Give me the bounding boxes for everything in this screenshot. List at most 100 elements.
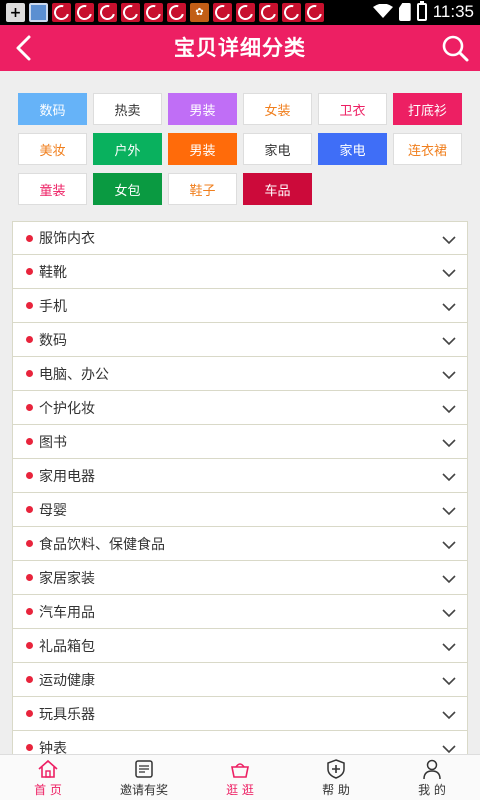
app-notification-icon bbox=[167, 3, 186, 22]
category-row[interactable]: 服饰内衣 bbox=[12, 221, 468, 255]
app-notification-icon bbox=[282, 3, 301, 22]
category-row[interactable]: 运动健康 bbox=[12, 663, 468, 697]
app-notification-icon bbox=[144, 3, 163, 22]
search-button[interactable] bbox=[440, 33, 470, 63]
tag-button[interactable]: 鞋子 bbox=[168, 173, 237, 205]
clock: 11:35 bbox=[432, 2, 474, 21]
tag-button[interactable]: 户外 bbox=[93, 133, 162, 165]
bullet-dot-icon bbox=[26, 506, 33, 513]
bullet-dot-icon bbox=[26, 234, 33, 242]
bullet-dot-icon bbox=[26, 540, 33, 547]
category-label: 礼品箱包 bbox=[39, 638, 95, 655]
category-row[interactable]: 家用电器 bbox=[12, 459, 468, 493]
tag-button[interactable]: 热卖 bbox=[93, 93, 162, 125]
status-bar: ✿ 11:35 bbox=[0, 0, 480, 25]
page-title: 宝贝详细分类 bbox=[174, 36, 306, 60]
app-notification-icon bbox=[305, 3, 324, 22]
user-icon bbox=[421, 758, 443, 780]
sim-icon bbox=[398, 3, 411, 21]
app-notification-icon bbox=[98, 3, 117, 22]
tag-button[interactable]: 男装 bbox=[168, 93, 237, 125]
tag-button[interactable]: 女装 bbox=[243, 93, 312, 125]
bullet-dot-icon bbox=[26, 404, 33, 411]
category-label: 母婴 bbox=[39, 502, 67, 519]
category-label: 汽车用品 bbox=[39, 604, 95, 621]
chevron-down-icon[interactable] bbox=[441, 639, 457, 655]
shopping-bag-icon bbox=[229, 758, 251, 780]
category-row[interactable]: 汽车用品 bbox=[12, 595, 468, 629]
chevron-down-icon[interactable] bbox=[441, 605, 457, 621]
category-row[interactable]: 玩具乐器 bbox=[12, 697, 468, 731]
category-label: 运动健康 bbox=[39, 672, 95, 689]
bullet-dot-icon bbox=[26, 744, 33, 751]
category-row[interactable]: 图书 bbox=[12, 425, 468, 459]
category-row[interactable]: 数码 bbox=[12, 323, 468, 357]
chevron-down-icon[interactable] bbox=[441, 503, 457, 519]
chevron-down-icon[interactable] bbox=[441, 265, 457, 281]
chevron-down-icon[interactable] bbox=[441, 333, 457, 349]
category-label: 电脑、办公 bbox=[39, 366, 109, 383]
tag-button[interactable]: 家电 bbox=[318, 133, 387, 165]
nav-help[interactable]: 帮 助 bbox=[288, 755, 384, 800]
search-icon bbox=[442, 35, 469, 62]
nav-profile-label: 我 的 bbox=[418, 782, 446, 797]
chevron-down-icon[interactable] bbox=[441, 469, 457, 485]
app-notification-icon bbox=[213, 3, 232, 22]
category-row[interactable]: 鞋靴 bbox=[12, 255, 468, 289]
bottom-nav: 首 页 邀请有奖 逛 逛 帮 助 我 的 bbox=[0, 754, 480, 800]
category-label: 家用电器 bbox=[39, 468, 95, 485]
nav-invite-label: 邀请有奖 bbox=[119, 782, 168, 797]
chevron-down-icon[interactable] bbox=[441, 571, 457, 587]
tag-button[interactable]: 家电 bbox=[243, 133, 312, 165]
category-row[interactable]: 电脑、办公 bbox=[12, 357, 468, 391]
bullet-dot-icon bbox=[26, 438, 33, 445]
nav-profile[interactable]: 我 的 bbox=[384, 755, 480, 800]
chevron-down-icon[interactable] bbox=[441, 367, 457, 383]
tag-button[interactable]: 连衣裙 bbox=[393, 133, 462, 165]
bullet-dot-icon bbox=[26, 710, 33, 717]
nav-browse[interactable]: 逛 逛 bbox=[192, 755, 288, 800]
tag-button[interactable]: 卫衣 bbox=[318, 93, 387, 125]
chevron-down-icon[interactable] bbox=[441, 537, 457, 553]
tag-button[interactable]: 美妆 bbox=[18, 133, 87, 165]
category-row[interactable]: 家居家装 bbox=[12, 561, 468, 595]
tag-button[interactable]: 男装 bbox=[168, 133, 237, 165]
chevron-down-icon[interactable] bbox=[441, 232, 457, 248]
category-row[interactable]: 母婴 bbox=[12, 493, 468, 527]
app-notification-icon: ✿ bbox=[190, 3, 209, 22]
header: 宝贝详细分类 bbox=[0, 25, 480, 71]
chevron-down-icon[interactable] bbox=[441, 401, 457, 417]
home-icon bbox=[37, 758, 59, 780]
nav-home-label: 首 页 bbox=[34, 782, 62, 797]
notification-icons: ✿ bbox=[6, 3, 324, 22]
bullet-dot-icon bbox=[26, 608, 33, 615]
chevron-down-icon[interactable] bbox=[441, 435, 457, 451]
tag-button[interactable]: 打底衫 bbox=[393, 93, 462, 125]
status-right: 11:35 bbox=[372, 1, 474, 22]
tag-button[interactable]: 女包 bbox=[93, 173, 162, 205]
tag-button[interactable]: 车品 bbox=[243, 173, 312, 205]
app-notification-icon bbox=[75, 3, 94, 22]
chevron-down-icon[interactable] bbox=[441, 299, 457, 315]
app-notification-icon bbox=[29, 3, 48, 22]
category-label: 手机 bbox=[39, 298, 67, 315]
nav-home[interactable]: 首 页 bbox=[0, 755, 96, 800]
nav-invite[interactable]: 邀请有奖 bbox=[96, 755, 192, 800]
category-row[interactable]: 个护化妆 bbox=[12, 391, 468, 425]
help-icon bbox=[325, 758, 347, 780]
bullet-dot-icon bbox=[26, 676, 33, 683]
category-label: 玩具乐器 bbox=[39, 706, 95, 723]
tag-button[interactable]: 数码 bbox=[18, 93, 87, 125]
category-label: 食品饮料、保健食品 bbox=[39, 536, 165, 553]
category-label: 数码 bbox=[39, 332, 67, 349]
chevron-down-icon[interactable] bbox=[441, 707, 457, 723]
category-row[interactable]: 手机 bbox=[12, 289, 468, 323]
tag-button[interactable]: 童装 bbox=[18, 173, 87, 205]
category-label: 家居家装 bbox=[39, 570, 95, 587]
app-notification-icon bbox=[259, 3, 278, 22]
category-label: 个护化妆 bbox=[39, 400, 95, 417]
chevron-down-icon[interactable] bbox=[441, 673, 457, 689]
category-row[interactable]: 礼品箱包 bbox=[12, 629, 468, 663]
category-row[interactable]: 食品饮料、保健食品 bbox=[12, 527, 468, 561]
add-notification-icon bbox=[6, 3, 25, 22]
